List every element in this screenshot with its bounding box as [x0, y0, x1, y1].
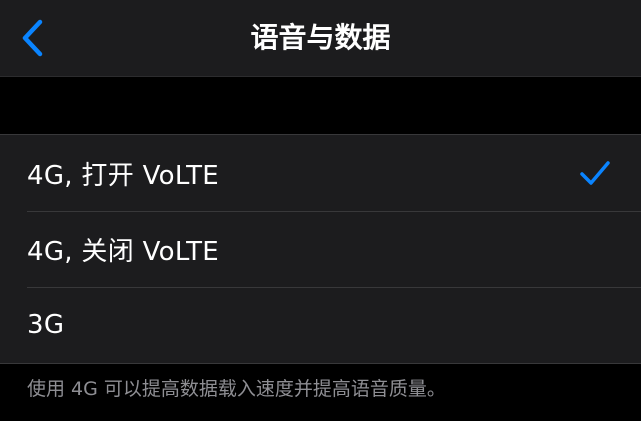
chevron-left-icon	[22, 19, 43, 57]
option-label: 4G, 关闭 VoLTE	[27, 236, 219, 267]
voice-and-data-screen: 语音与数据 4G, 打开 VoLTE 4G, 关闭 VoLTE 3G 使用 4G…	[0, 0, 641, 421]
navigation-bar: 语音与数据	[0, 0, 641, 77]
back-button[interactable]	[0, 0, 64, 76]
option-3g[interactable]: 3G	[0, 287, 641, 363]
option-4g-volte-on[interactable]: 4G, 打开 VoLTE	[0, 135, 641, 211]
checkmark-icon	[580, 161, 610, 185]
option-4g-volte-off[interactable]: 4G, 关闭 VoLTE	[0, 211, 641, 287]
option-label: 4G, 打开 VoLTE	[27, 160, 219, 191]
footer-note: 使用 4G 可以提高数据载入速度并提高语音质量。	[27, 378, 446, 400]
page-title: 语音与数据	[250, 21, 391, 54]
network-options-list: 4G, 打开 VoLTE 4G, 关闭 VoLTE 3G	[0, 134, 641, 364]
option-label: 3G	[27, 310, 65, 340]
